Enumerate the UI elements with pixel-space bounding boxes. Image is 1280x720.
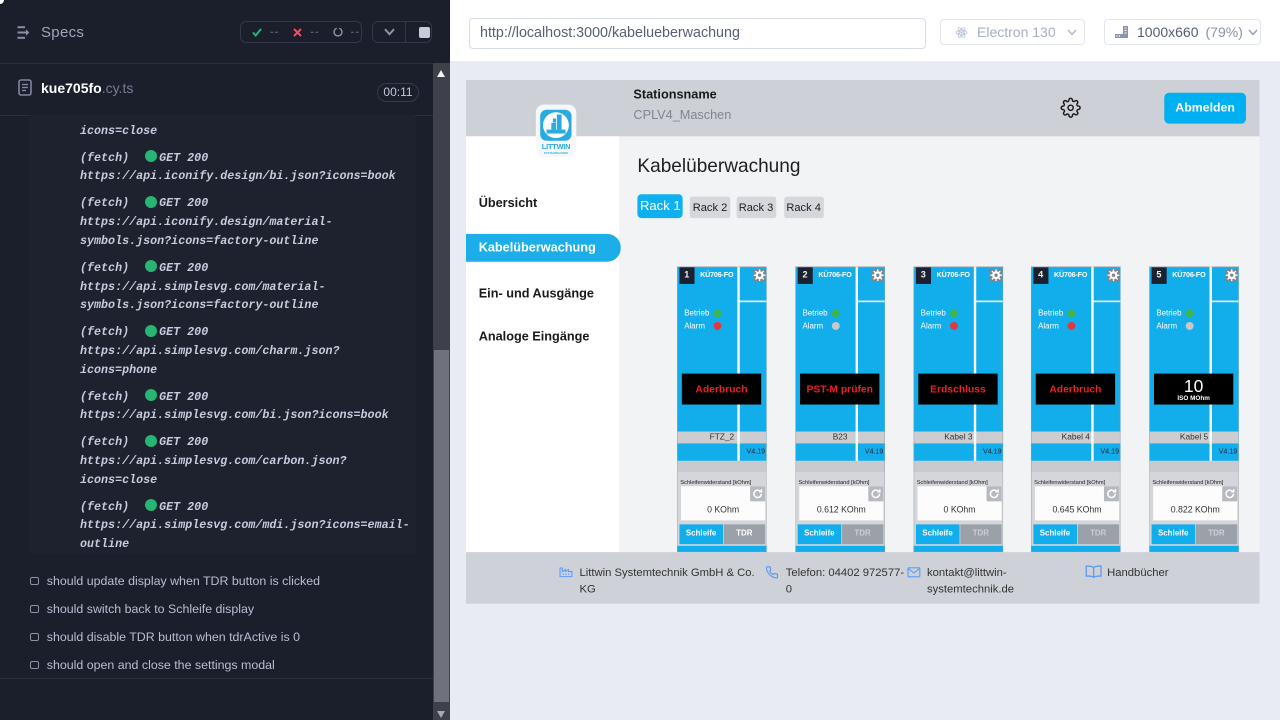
svg-text:SYSTEMTECHNIK: SYSTEMTECHNIK [544, 151, 569, 155]
svg-text:LITTWIN: LITTWIN [542, 142, 570, 151]
